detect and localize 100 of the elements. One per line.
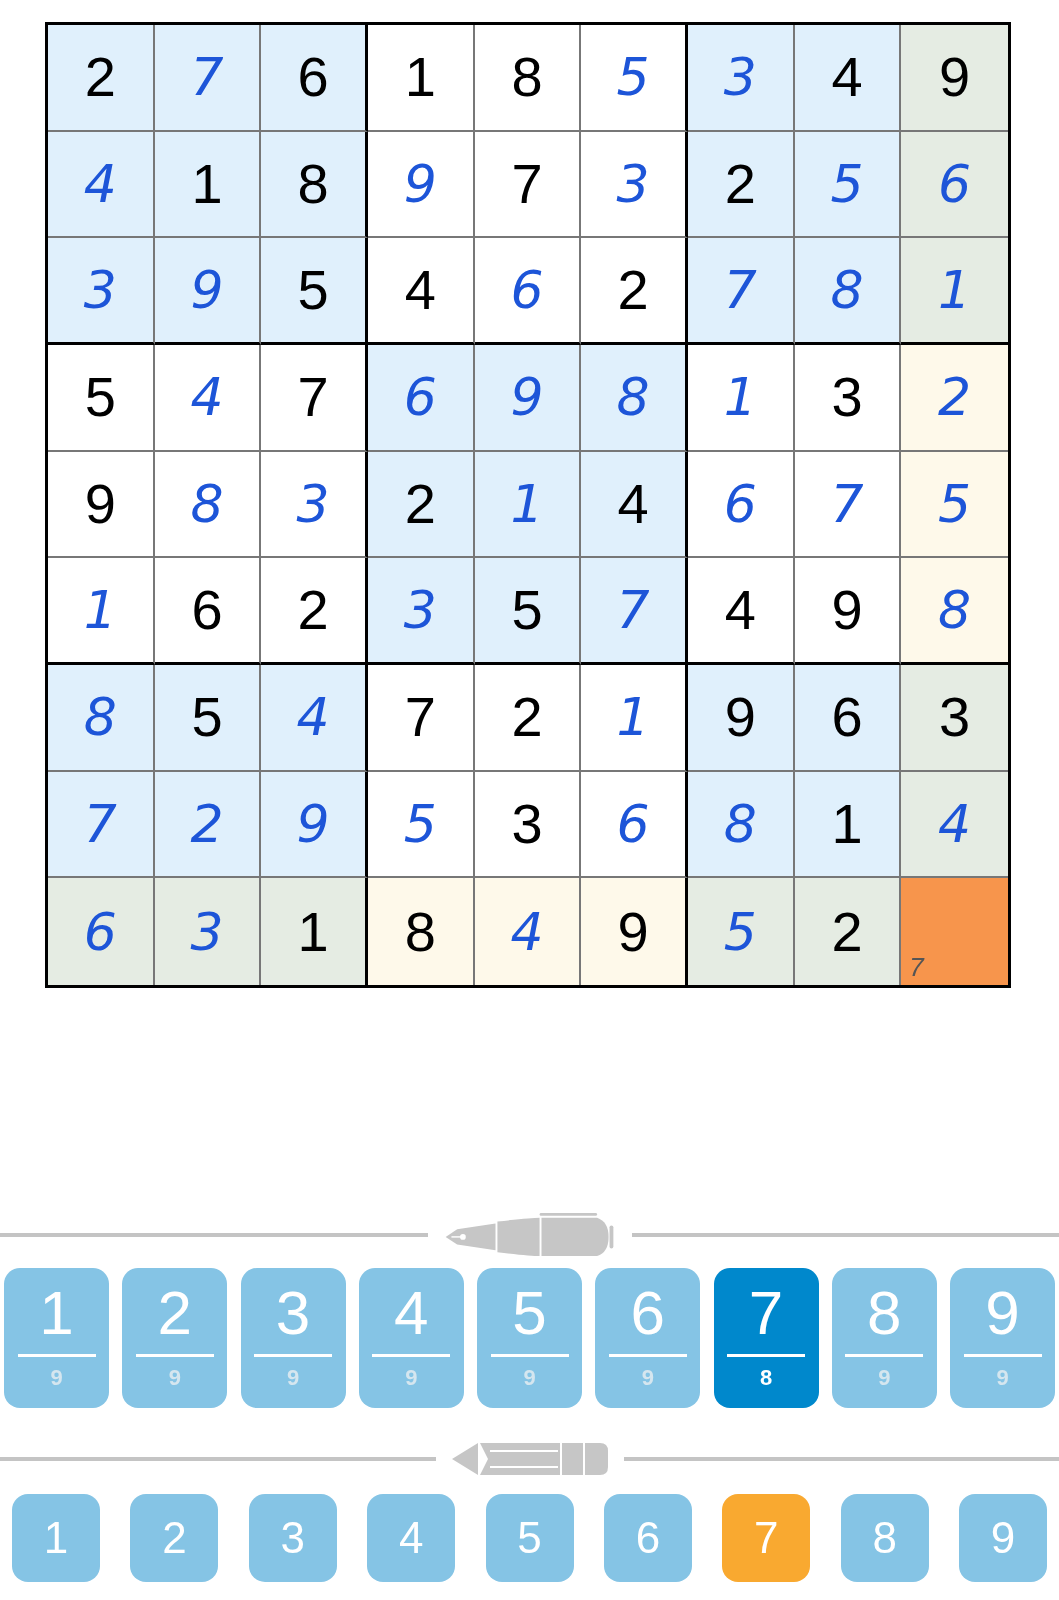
cell-digit: 2	[297, 582, 329, 639]
sudoku-cell[interactable]: 4	[581, 451, 688, 559]
sudoku-cell[interactable]: 9	[368, 131, 475, 239]
cell-digit: 8	[938, 584, 972, 637]
sudoku-cell[interactable]: 7	[48, 771, 155, 879]
cell-digit: 5	[830, 158, 864, 210]
cell-digit: 6	[403, 371, 437, 424]
cell-digit: 9	[190, 264, 224, 317]
sudoku-cell[interactable]: 8	[688, 771, 795, 879]
sudoku-cell[interactable]: 6	[261, 25, 368, 132]
sudoku-cell[interactable]: 9	[688, 665, 795, 772]
sudoku-cell[interactable]: 8	[581, 345, 688, 452]
sudoku-cell[interactable]: 1	[261, 878, 368, 985]
sudoku-cell[interactable]: 3	[154, 878, 262, 985]
sudoku-cell[interactable]: 2	[794, 878, 902, 985]
sudoku-cell[interactable]: 7	[154, 25, 262, 132]
sudoku-cell[interactable]: 9	[474, 345, 582, 452]
sudoku-cell[interactable]: 9	[581, 878, 688, 985]
sudoku-cell[interactable]: 9	[901, 25, 1008, 132]
sudoku-cell[interactable]: 1	[688, 345, 795, 452]
sudoku-cell[interactable]: 4	[794, 25, 902, 132]
cell-digit: 7	[830, 478, 864, 530]
sudoku-cell[interactable]: 5	[368, 771, 475, 879]
cell-digit: 7	[297, 369, 329, 426]
cell-digit: 1	[404, 49, 436, 106]
sudoku-cell[interactable]: 3	[581, 131, 688, 239]
sudoku-cell[interactable]: 6	[794, 665, 902, 772]
sudoku-cell[interactable]: 5	[261, 238, 368, 345]
sudoku-cell[interactable]: 4	[688, 558, 795, 665]
sudoku-cell[interactable]: 8	[48, 665, 155, 772]
sudoku-cell[interactable]: 3	[688, 25, 795, 132]
number-key[interactable]: 7 8	[713, 1268, 819, 1408]
cell-digit: 4	[83, 158, 117, 210]
sudoku-cell[interactable]: 5	[48, 345, 155, 452]
sudoku-cell[interactable]: 3	[794, 345, 902, 452]
sudoku-cell[interactable]: 2	[261, 558, 368, 665]
cell-digit: 5	[723, 905, 757, 958]
sudoku-cell[interactable]: 6	[48, 878, 155, 985]
cell-digit: 5	[511, 582, 543, 639]
sudoku-cell[interactable]: 8	[154, 451, 262, 559]
sudoku-cell[interactable]: 8	[261, 131, 368, 239]
cell-digit: 5	[616, 51, 650, 104]
sudoku-cell[interactable]: 2	[48, 25, 155, 132]
sudoku-cell[interactable]: 5	[901, 451, 1008, 559]
sudoku-cell[interactable]: 6	[688, 451, 795, 559]
sudoku-cell[interactable]: 5	[688, 878, 795, 985]
sudoku-cell[interactable]: 4	[261, 665, 368, 772]
sudoku-cell[interactable]: 6	[581, 771, 688, 879]
cell-digit: 4	[190, 371, 224, 424]
sudoku-cell[interactable]: 5	[581, 25, 688, 132]
sudoku-cell[interactable]: 6	[474, 238, 582, 345]
sudoku-cell[interactable]: 5	[154, 665, 262, 772]
sudoku-cell[interactable]: 4	[368, 238, 475, 345]
sudoku-cell[interactable]: 2	[581, 238, 688, 345]
sudoku-cell[interactable]: 4	[48, 131, 155, 239]
sudoku-cell[interactable]: 2	[368, 451, 475, 559]
sudoku-cell[interactable]: 1	[581, 665, 688, 772]
sudoku-cell[interactable]: 4	[154, 345, 262, 452]
sudoku-cell[interactable]: 8	[368, 878, 475, 985]
sudoku-cell[interactable]: 9	[154, 238, 262, 345]
sudoku-cell[interactable]: 1	[368, 25, 475, 132]
sudoku-cell[interactable]: 3	[901, 665, 1008, 772]
sudoku-cell[interactable]: 1	[794, 771, 902, 879]
cell-digit: 8	[297, 156, 329, 212]
cell-digit: 7	[723, 264, 757, 317]
sudoku-cell[interactable]: 1	[901, 238, 1008, 345]
sudoku-cell[interactable]: 4	[474, 878, 582, 985]
sudoku-cell[interactable]: 9	[261, 771, 368, 879]
sudoku-cell[interactable]: 2	[474, 665, 582, 772]
sudoku-cell[interactable]: 6	[368, 345, 475, 452]
sudoku-cell[interactable]: 2	[901, 345, 1008, 452]
sudoku-cell[interactable]: 1	[474, 451, 582, 559]
sudoku-cell[interactable]: 2	[154, 771, 262, 879]
sudoku-cell[interactable]: 9	[794, 558, 902, 665]
cell-digit: 1	[616, 691, 650, 744]
cell-digit: 3	[190, 905, 224, 958]
sudoku-cell[interactable]: 7	[688, 238, 795, 345]
sudoku-cell[interactable]: 6	[901, 131, 1008, 239]
sudoku-cell[interactable]: 7	[901, 878, 1008, 985]
sudoku-cell[interactable]: 7	[368, 665, 475, 772]
sudoku-cell[interactable]: 8	[901, 558, 1008, 665]
sudoku-cell[interactable]: 5	[794, 131, 902, 239]
sudoku-cell[interactable]: 6	[154, 558, 262, 665]
sudoku-cell[interactable]: 3	[48, 238, 155, 345]
sudoku-cell[interactable]: 7	[474, 131, 582, 239]
sudoku-cell[interactable]: 7	[581, 558, 688, 665]
sudoku-cell[interactable]: 3	[368, 558, 475, 665]
cell-digit: 2	[617, 262, 649, 319]
sudoku-cell[interactable]: 7	[794, 451, 902, 559]
sudoku-cell[interactable]: 5	[474, 558, 582, 665]
sudoku-cell[interactable]: 7	[261, 345, 368, 452]
sudoku-cell[interactable]: 4	[901, 771, 1008, 879]
sudoku-cell[interactable]: 8	[794, 238, 902, 345]
sudoku-cell[interactable]: 1	[48, 558, 155, 665]
sudoku-cell[interactable]: 1	[154, 131, 262, 239]
sudoku-cell[interactable]: 8	[474, 25, 582, 132]
sudoku-cell[interactable]: 9	[48, 451, 155, 559]
sudoku-cell[interactable]: 2	[688, 131, 795, 239]
sudoku-cell[interactable]: 3	[261, 451, 368, 559]
sudoku-cell[interactable]: 3	[474, 771, 582, 879]
